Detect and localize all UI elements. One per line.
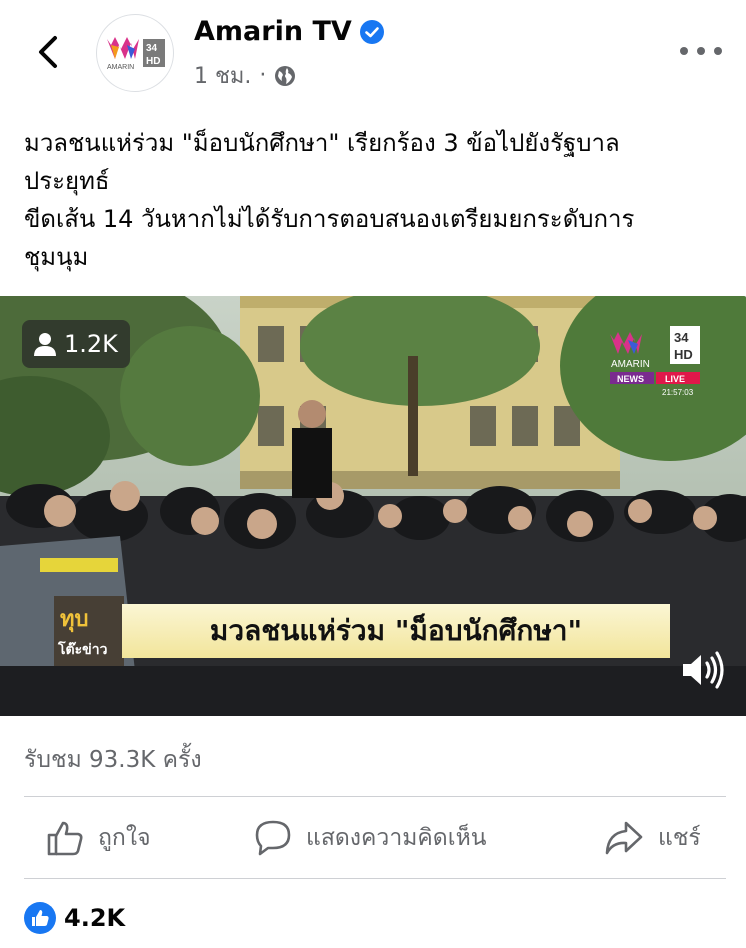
back-button[interactable] [26, 30, 70, 74]
more-horizontal-icon [680, 47, 688, 55]
page-name-label: Amarin TV [194, 16, 352, 47]
broadcast-timestamp: 21:57:03 [662, 388, 694, 397]
chevron-left-icon [39, 36, 57, 68]
caption-line: ขีดเส้น 14 วันหากไม่ได้รับการตอบสนองเตรี… [24, 205, 635, 233]
divider [24, 796, 726, 797]
post-actions: ถูกใจ แสดงความคิดเห็น แชร์ [0, 798, 746, 878]
share-button[interactable]: แชร์ [604, 818, 701, 858]
avatar-logo-text: AMARIN [107, 64, 134, 71]
post-time[interactable]: 1 ชม. [194, 58, 251, 93]
live-viewers-count: 1.2K [64, 330, 118, 358]
share-label: แชร์ [658, 825, 701, 851]
amarin-channel-icon: AMARIN 34 HD NEWS LIVE 21:57:03 [610, 326, 700, 397]
channel-news-label: NEWS [617, 374, 644, 384]
caption-line: มวลชนแห่ร่วม "ม็อบนักศึกษา" เรียกร้อง 3 … [24, 129, 620, 157]
post-meta: 1 ชม. · [194, 58, 296, 93]
lower-third-banner: มวลชนแห่ร่วม "ม็อบนักศึกษา" [122, 604, 670, 658]
reactions-summary[interactable]: 4.2K [24, 900, 125, 936]
page-avatar[interactable]: AMARIN 34 HD [96, 14, 174, 92]
amarin-logo-icon: AMARIN 34 HD [107, 37, 165, 71]
page-name[interactable]: Amarin TV [194, 16, 384, 47]
reaction-count: 4.2K [64, 904, 126, 932]
comment-bubble-icon [255, 820, 291, 856]
video-player[interactable]: 1.2K AMARIN 34 HD NEWS LIVE 21:57:03 ทุบ… [0, 296, 746, 716]
globe-icon [275, 65, 296, 86]
show-tag-line2: โต๊ะข่าว [57, 640, 108, 658]
lower-third-text: มวลชนแห่ร่วม "ม็อบนักศึกษา" [209, 614, 583, 647]
sound-toggle-button[interactable] [680, 646, 728, 694]
thumbs-up-icon [47, 821, 83, 856]
post-caption: มวลชนแห่ร่วม "ม็อบนักศึกษา" เรียกร้อง 3 … [24, 124, 724, 276]
verified-badge-icon [359, 19, 384, 44]
speaker-volume-icon [683, 651, 724, 689]
show-tag: ทุบ โต๊ะข่าว [54, 596, 124, 666]
like-button[interactable]: ถูกใจ [46, 818, 151, 858]
live-viewers-badge: 1.2K [22, 320, 130, 368]
view-count: รับชม 93.3K ครั้ง [24, 747, 202, 773]
channel-live-label: LIVE [665, 374, 685, 384]
channel-logo-number: 34 [674, 330, 689, 345]
like-label: ถูกใจ [98, 825, 151, 851]
comment-button[interactable]: แสดงความคิดเห็น [254, 818, 486, 858]
caption-line: ชุมนุม [24, 243, 89, 271]
caption-line: ประยุทธ์ [24, 167, 110, 195]
comment-label: แสดงความคิดเห็น [306, 825, 487, 851]
person-icon [34, 333, 56, 356]
meta-separator: · [259, 63, 267, 88]
channel-logo-name: AMARIN [611, 359, 650, 370]
share-arrow-icon [605, 821, 643, 855]
avatar-badge-bottom: HD [146, 56, 160, 67]
avatar-badge-top: 34 [146, 43, 158, 54]
channel-logo: AMARIN 34 HD NEWS LIVE 21:57:03 [608, 324, 704, 400]
channel-logo-hd: HD [674, 347, 693, 362]
show-tag-line1: ทุบ [60, 607, 88, 633]
divider [24, 878, 726, 879]
like-reaction-icon [24, 902, 56, 934]
post-header: AMARIN 34 HD Amarin TV 1 ชม. · [0, 0, 746, 104]
more-options-button[interactable] [680, 36, 722, 66]
